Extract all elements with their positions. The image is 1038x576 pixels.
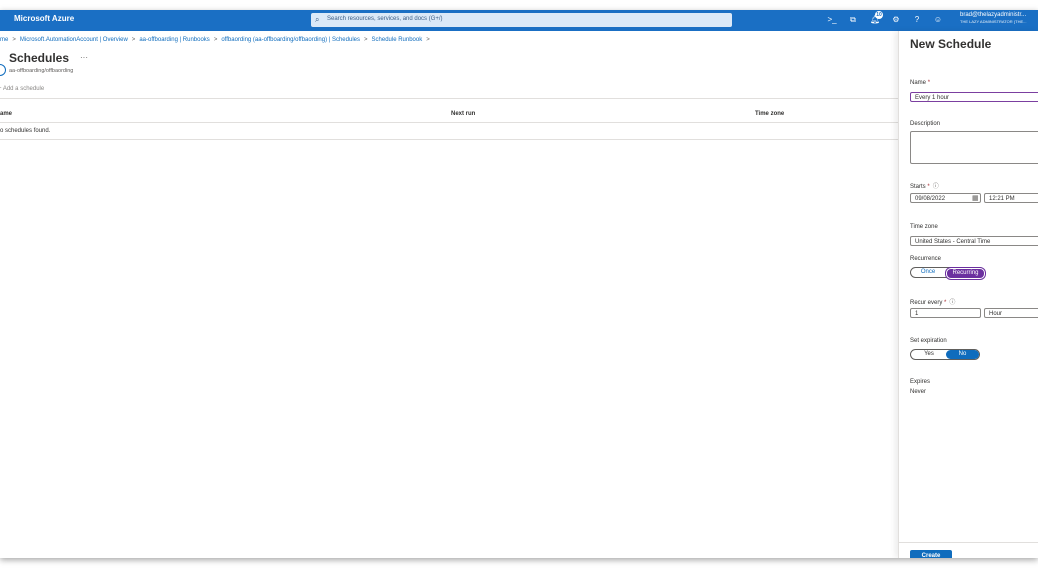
new-schedule-panel: New Schedule Name * Every 1 hour Descrip… (898, 31, 1038, 558)
top-bar: Microsoft Azure ⌕ Search resources, serv… (0, 10, 1038, 31)
settings-icon[interactable]: ⚙ (891, 15, 901, 25)
breadcrumb-home[interactable]: me (0, 37, 8, 43)
set-expiration-label: Set expiration (910, 338, 947, 344)
timezone-select[interactable]: United States - Central Time (910, 236, 1038, 246)
description-label: Description (910, 121, 941, 127)
recurrence-once-option[interactable]: Once (913, 268, 943, 277)
name-input[interactable]: Every 1 hour (910, 92, 1038, 102)
breadcrumb-runbooks[interactable]: aa-offboarding | Runbooks (139, 37, 210, 43)
divider (0, 98, 898, 99)
expires-label: Expires (910, 379, 931, 385)
add-schedule-label: Add a schedule (2, 86, 45, 92)
user-email: brad@thelazyadministr... (960, 12, 1027, 18)
expires-value: Never (910, 389, 927, 395)
schedule-clock-icon (0, 64, 6, 76)
column-header-name[interactable]: ame (0, 111, 12, 117)
search-icon: ⌕ (315, 15, 320, 24)
panel-title: New Schedule (910, 37, 992, 51)
notification-badge: 10 (875, 11, 883, 19)
divider (899, 542, 1038, 543)
divider (0, 122, 898, 123)
empty-state-text: o schedules found. (0, 128, 51, 134)
recurrence-label: Recurrence (910, 256, 942, 262)
recurrence-toggle: Once Recurring (910, 267, 985, 279)
timezone-label: Time zone (910, 224, 938, 230)
start-date-input[interactable]: 09/08/2022 (910, 193, 981, 203)
recurrence-recurring-option[interactable]: Recurring (946, 268, 985, 279)
breadcrumb-separator-icon: > (364, 37, 368, 43)
user-org: THE LAZY ADMINISTRATOR (THE... (960, 19, 1027, 24)
breadcrumb: me > Microsoft.AutomationAccount | Overvie… (0, 37, 434, 43)
recur-every-label: Recur every * ⓘ (910, 300, 956, 306)
start-time-input[interactable]: 12:21 PM (984, 193, 1038, 203)
breadcrumb-separator-icon: > (426, 37, 430, 43)
help-icon[interactable]: ? (912, 15, 922, 25)
user-account[interactable]: brad@thelazyadministr... THE LAZY ADMINI… (960, 12, 1026, 24)
expiration-yes-option[interactable]: Yes (913, 350, 945, 359)
calendar-icon[interactable]: ▦ (972, 194, 979, 202)
recur-every-input[interactable]: 1 (910, 308, 981, 318)
breadcrumb-separator-icon: > (12, 37, 16, 43)
column-header-time-zone[interactable]: Time zone (755, 111, 784, 117)
brand-logo[interactable]: Microsoft Azure (14, 14, 74, 23)
expiration-no-option[interactable]: No (946, 350, 979, 359)
breadcrumb-separator-icon: > (131, 37, 136, 43)
page-subtitle: aa-offboarding/offbaording (9, 68, 74, 74)
breadcrumb-schedules[interactable]: offbaording (aa-offboarding/offbaording)… (221, 37, 360, 43)
expiration-toggle: Yes No (910, 349, 980, 360)
info-icon: ⓘ (949, 300, 956, 306)
divider (0, 139, 898, 140)
breadcrumb-automation-account[interactable]: Microsoft.AutomationAccount | Overview (20, 37, 128, 43)
directory-filter-icon[interactable]: ⧉ (848, 15, 858, 25)
search-box[interactable]: ⌕ Search resources, services, and docs (… (311, 13, 732, 27)
add-schedule-button[interactable]: + Add a schedule (0, 86, 44, 92)
page-title: Schedules (9, 51, 70, 65)
info-icon: ⓘ (932, 184, 939, 190)
create-button[interactable]: Create (910, 550, 952, 558)
more-options-icon[interactable]: ··· (80, 53, 88, 62)
feedback-icon[interactable]: ☺ (933, 15, 943, 25)
search-input[interactable]: Search resources, services, and docs (G+… (327, 16, 443, 22)
starts-label: Starts * ⓘ (910, 184, 939, 190)
description-textarea[interactable] (910, 131, 1038, 164)
breadcrumb-schedule-runbook[interactable]: Schedule Runbook (372, 37, 423, 43)
breadcrumb-separator-icon: > (213, 37, 218, 43)
name-label: Name * (910, 80, 931, 86)
cloud-shell-icon[interactable]: >_ (827, 15, 837, 25)
azure-portal-window: Microsoft Azure ⌕ Search resources, serv… (0, 10, 1038, 558)
recur-unit-select[interactable]: Hour (984, 308, 1038, 318)
column-header-next-run[interactable]: Next run (451, 111, 475, 117)
